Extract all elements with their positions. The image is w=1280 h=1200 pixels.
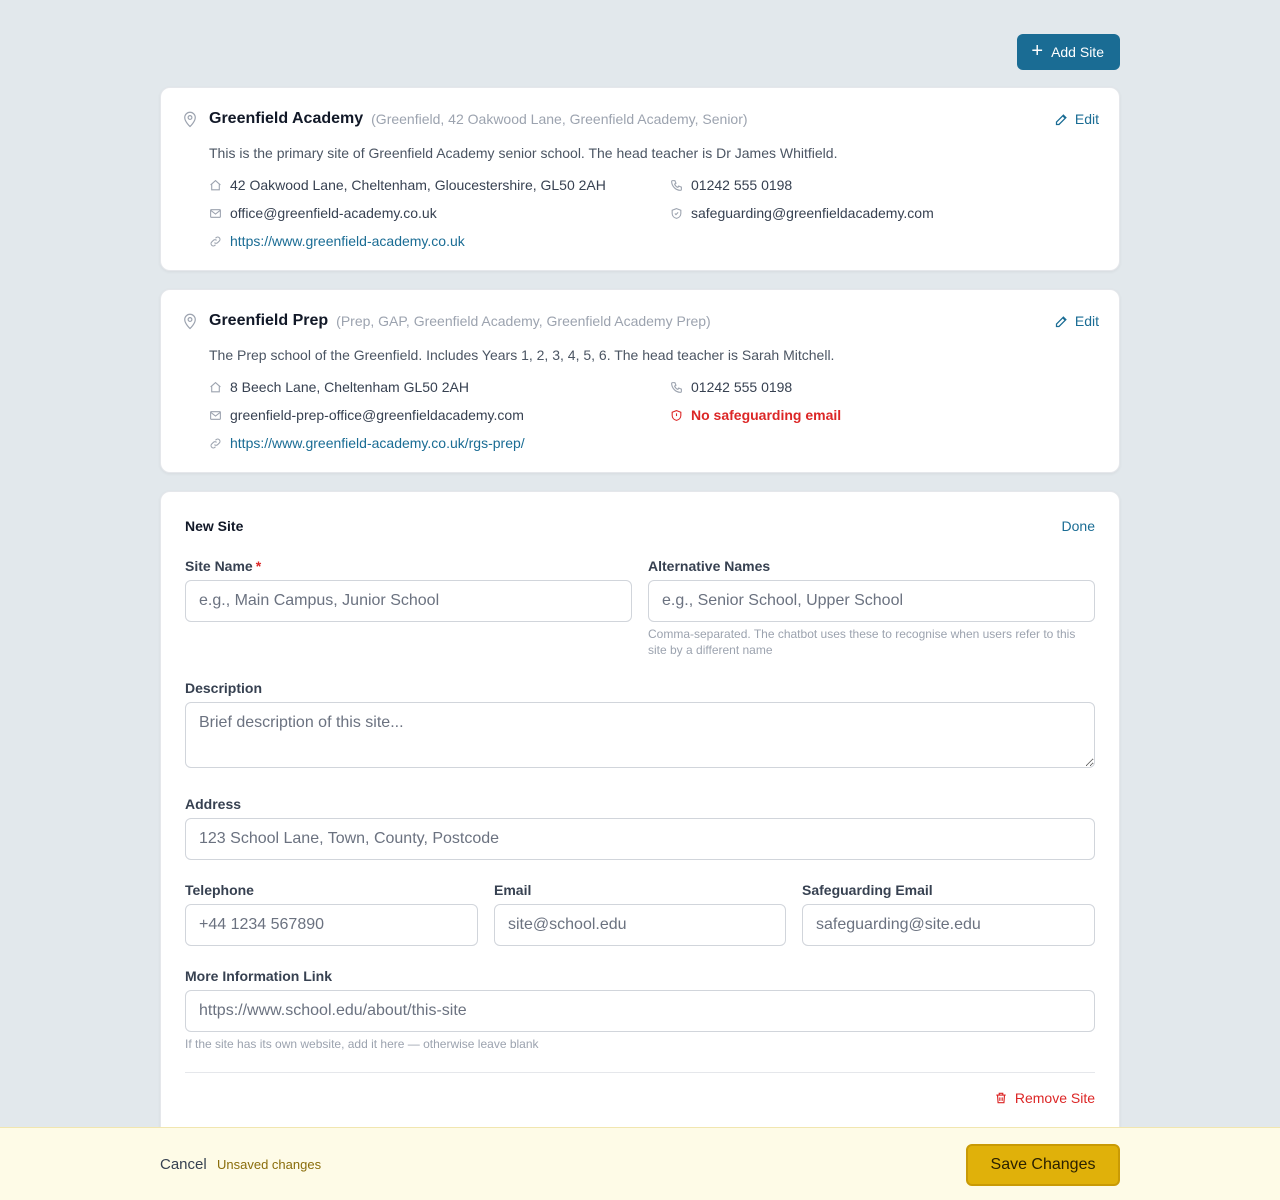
more-info-label: More Information Link [185,968,332,984]
site-email: office@greenfield-academy.co.uk [209,205,437,221]
edit-label: Edit [1074,313,1099,329]
trash-icon [996,1092,1006,1104]
edit-site-button[interactable]: Edit [1054,111,1099,127]
website-link[interactable]: https://www.greenfield-academy.co.uk [230,233,465,249]
site-website: https://www.greenfield-academy.co.uk/rgs… [209,435,525,451]
map-pin-icon [184,111,196,128]
safeguarding-text: safeguarding@greenfieldacademy.com [691,205,934,221]
remove-site-label: Remove Site [1014,1090,1095,1106]
site-name: Greenfield Prep [209,312,329,329]
map-pin-icon [184,313,196,330]
mail-icon [210,208,221,218]
alt-names-hint: Comma-separated. The chatbot uses these … [648,627,1076,657]
telephone-text: 01242 555 0198 [691,379,793,395]
address-text: 8 Beech Lane, Cheltenham GL50 2AH [230,379,469,395]
phone-icon [671,179,682,191]
telephone-text: 01242 555 0198 [691,177,793,193]
required-mark: * [255,558,262,574]
link-icon [210,438,221,448]
site-description: This is the primary site of Greenfield A… [209,145,838,161]
site-header: Greenfield Academy (Greenfield, 42 Oakwo… [181,110,748,128]
home-icon [210,381,221,392]
site-card: Greenfield Academy (Greenfield, 42 Oakwo… [160,87,1120,271]
site-header: Greenfield Prep (Prep, GAP, Greenfield A… [181,312,711,330]
safeguarding-input[interactable] [802,904,1095,946]
website-link[interactable]: https://www.greenfield-academy.co.uk/rgs… [230,435,525,451]
site-alt-names: (Greenfield, 42 Oakwood Lane, Greenfield… [371,111,748,127]
mail-icon [210,410,221,420]
more-info-input[interactable] [185,990,1095,1032]
site-address: 42 Oakwood Lane, Cheltenham, Gloucesters… [209,177,606,193]
save-changes-button[interactable]: Save Changes [966,1144,1120,1186]
site-email: greenfield-prep-office@greenfieldacademy… [209,407,524,423]
address-text: 42 Oakwood Lane, Cheltenham, Gloucesters… [230,177,606,193]
safeguarding-warning-text: No safeguarding email [691,407,842,423]
site-card: Greenfield Prep (Prep, GAP, Greenfield A… [160,289,1120,473]
more-info-hint: If the site has its own website, add it … [185,1037,539,1051]
pencil-icon [1055,315,1067,327]
alt-names-label: Alternative Names [648,558,771,574]
site-address: 8 Beech Lane, Cheltenham GL50 2AH [209,379,469,395]
cancel-button[interactable]: Cancel [160,1156,207,1173]
edit-label: Edit [1074,111,1099,127]
site-safeguarding: safeguarding@greenfieldacademy.com [670,205,934,221]
site-telephone: 01242 555 0198 [670,177,792,193]
phone-icon [671,381,682,393]
home-icon [210,179,221,190]
site-telephone: 01242 555 0198 [670,379,792,395]
description-label: Description [185,680,263,696]
description-textarea[interactable] [185,702,1095,768]
add-site-button[interactable]: + Add Site [1017,34,1120,70]
new-site-form: New Site Done Site Name* Alternative Nam… [160,491,1120,1141]
unsaved-status: Unsaved changes [217,1157,322,1172]
safeguarding-label: Safeguarding Email [802,882,933,898]
pencil-icon [1055,113,1067,125]
email-text: greenfield-prep-office@greenfieldacademy… [230,407,524,423]
telephone-label: Telephone [185,882,254,898]
telephone-input[interactable] [185,904,478,946]
email-text: office@greenfield-academy.co.uk [230,205,437,221]
done-button[interactable]: Done [1062,518,1095,534]
site-alt-names: (Prep, GAP, Greenfield Academy, Greenfie… [336,313,711,329]
shield-icon [671,207,682,219]
address-label: Address [185,796,242,812]
form-title: New Site [185,518,244,534]
email-label: Email [494,882,532,898]
plus-icon: + [1031,40,1044,62]
shield-alert-icon [671,409,682,421]
email-input[interactable] [494,904,786,946]
alt-names-input[interactable] [648,580,1095,622]
site-description: The Prep school of the Greenfield. Inclu… [209,347,835,363]
site-name-input[interactable] [185,580,632,622]
site-website: https://www.greenfield-academy.co.uk [209,233,465,249]
site-name-label-text: Site Name [185,558,253,574]
site-name-label: Site Name * [185,558,261,574]
divider [185,1072,1095,1073]
site-name: Greenfield Academy [209,110,364,127]
site-safeguarding-missing: No safeguarding email [670,407,841,423]
address-input[interactable] [185,818,1095,860]
unsaved-changes-bar: Cancel Unsaved changes Save Changes [0,1127,1280,1200]
remove-site-button[interactable]: Remove Site [994,1090,1095,1106]
edit-site-button[interactable]: Edit [1054,313,1099,329]
add-site-label: Add Site [1051,44,1104,60]
link-icon [210,236,221,246]
